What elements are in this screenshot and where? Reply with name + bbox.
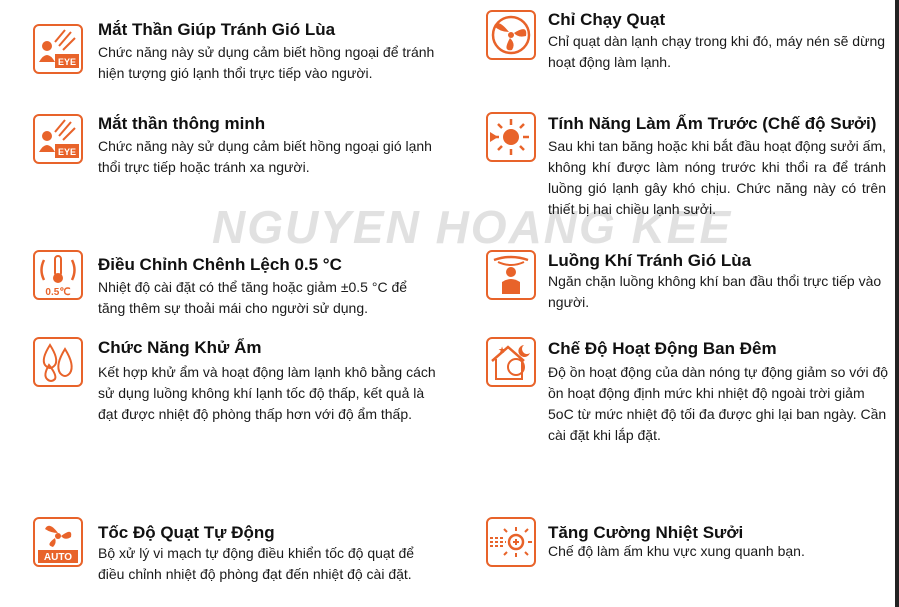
eye-sensor-icon: EYE	[33, 24, 83, 74]
right-border	[895, 0, 899, 607]
feature-title: Tính Năng Làm Ấm Trước (Chế độ Sưởi)	[548, 114, 877, 133]
feature-desc: Bộ xử lý vi mạch tự động điều khiển tốc …	[98, 545, 415, 582]
feature-desc: Chỉ quạt dàn lạnh chạy trong khi đó, máy…	[548, 33, 886, 70]
heating-boost-icon	[486, 517, 536, 567]
fan-auto-icon: AUTO	[33, 517, 83, 567]
feature-desc: Độ ồn hoạt động của dàn nóng tự động giả…	[548, 364, 889, 443]
eye-sensor-icon: EYE	[33, 114, 83, 164]
feature-title: Chức Năng Khử Ẩm	[98, 338, 262, 357]
sun-arrow-icon	[486, 112, 536, 162]
night-house-icon: ★	[486, 337, 536, 387]
thermometer-icon: 0.5℃	[33, 250, 83, 300]
water-drops-icon	[33, 337, 83, 387]
auto-label: AUTO	[44, 552, 72, 563]
feature-desc: Ngăn chặn luồng không khí ban đầu thổi t…	[548, 273, 882, 310]
eye-label: EYE	[58, 57, 76, 67]
fan-icon	[486, 10, 536, 60]
feature-title: Mắt Thần Giúp Tránh Gió Lùa	[98, 20, 336, 39]
feature-title: Luồng Khí Tránh Gió Lùa	[548, 251, 752, 270]
feature-title: Mắt thần thông minh	[98, 114, 266, 133]
feature-desc: Chức năng này sử dụng cảm biết hồng ngoạ…	[98, 138, 432, 175]
feature-title: Tăng Cường Nhiệt Sưởi	[548, 523, 744, 542]
svg-text:★: ★	[498, 345, 506, 355]
feature-title: Chế Độ Hoạt Động Ban Đêm	[548, 339, 777, 358]
feature-title: Tốc Độ Quạt Tự Động	[98, 523, 275, 542]
feature-desc: Nhiệt độ cài đặt có thể tăng hoặc giảm ±…	[98, 279, 408, 316]
temp-label: 0.5℃	[45, 287, 70, 298]
feature-title: Điều Chỉnh Chênh Lệch 0.5 °C	[98, 255, 342, 274]
feature-desc: Chức năng này sử dụng cảm biết hồng ngoạ…	[98, 44, 435, 81]
person-airflow-icon	[486, 250, 536, 300]
eye-label: EYE	[58, 147, 76, 157]
feature-desc: Kết hợp khử ẩm và hoạt động làm lạnh khô…	[98, 364, 436, 422]
feature-title: Chỉ Chạy Quạt	[548, 10, 666, 29]
feature-desc: Chế độ làm ấm khu vực xung quanh bạn.	[548, 543, 805, 559]
feature-desc: Sau khi tan băng hoặc khi bắt đầu hoạt đ…	[548, 138, 886, 217]
